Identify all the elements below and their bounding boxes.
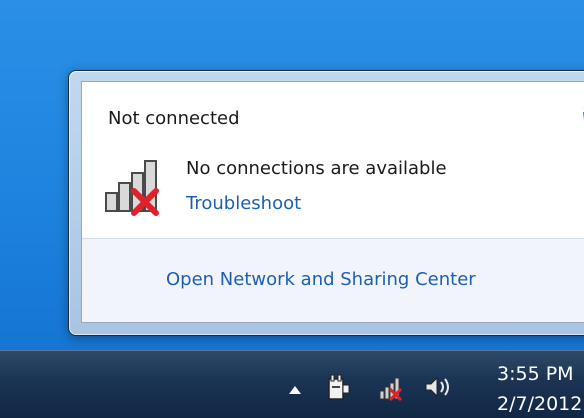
show-hidden-icons-chevron[interactable] [288,385,302,395]
connection-status-title: Not connected [108,108,240,129]
flyout-footer: Open Network and Sharing Center [82,238,584,322]
refresh-icon[interactable] [580,100,584,122]
clock-date[interactable]: 2/7/2012 [497,393,582,415]
network-no-connection-icon [105,160,159,216]
flyout-panel: Not connected No connections are availab… [81,81,584,323]
clock-time[interactable]: 3:55 PM [497,363,574,385]
open-network-sharing-center-link[interactable]: Open Network and Sharing Center [166,269,476,290]
network-flyout: Not connected No connections are availab… [68,70,584,336]
network-status-icon[interactable] [379,375,405,401]
screen: Not connected No connections are availab… [0,0,584,418]
volume-icon[interactable] [424,376,452,398]
troubleshoot-link[interactable]: Troubleshoot [186,193,301,214]
power-icon[interactable] [325,373,351,401]
taskbar: 3:55 PM 2/7/2012 [0,350,584,418]
no-connections-message: No connections are available [186,158,447,179]
